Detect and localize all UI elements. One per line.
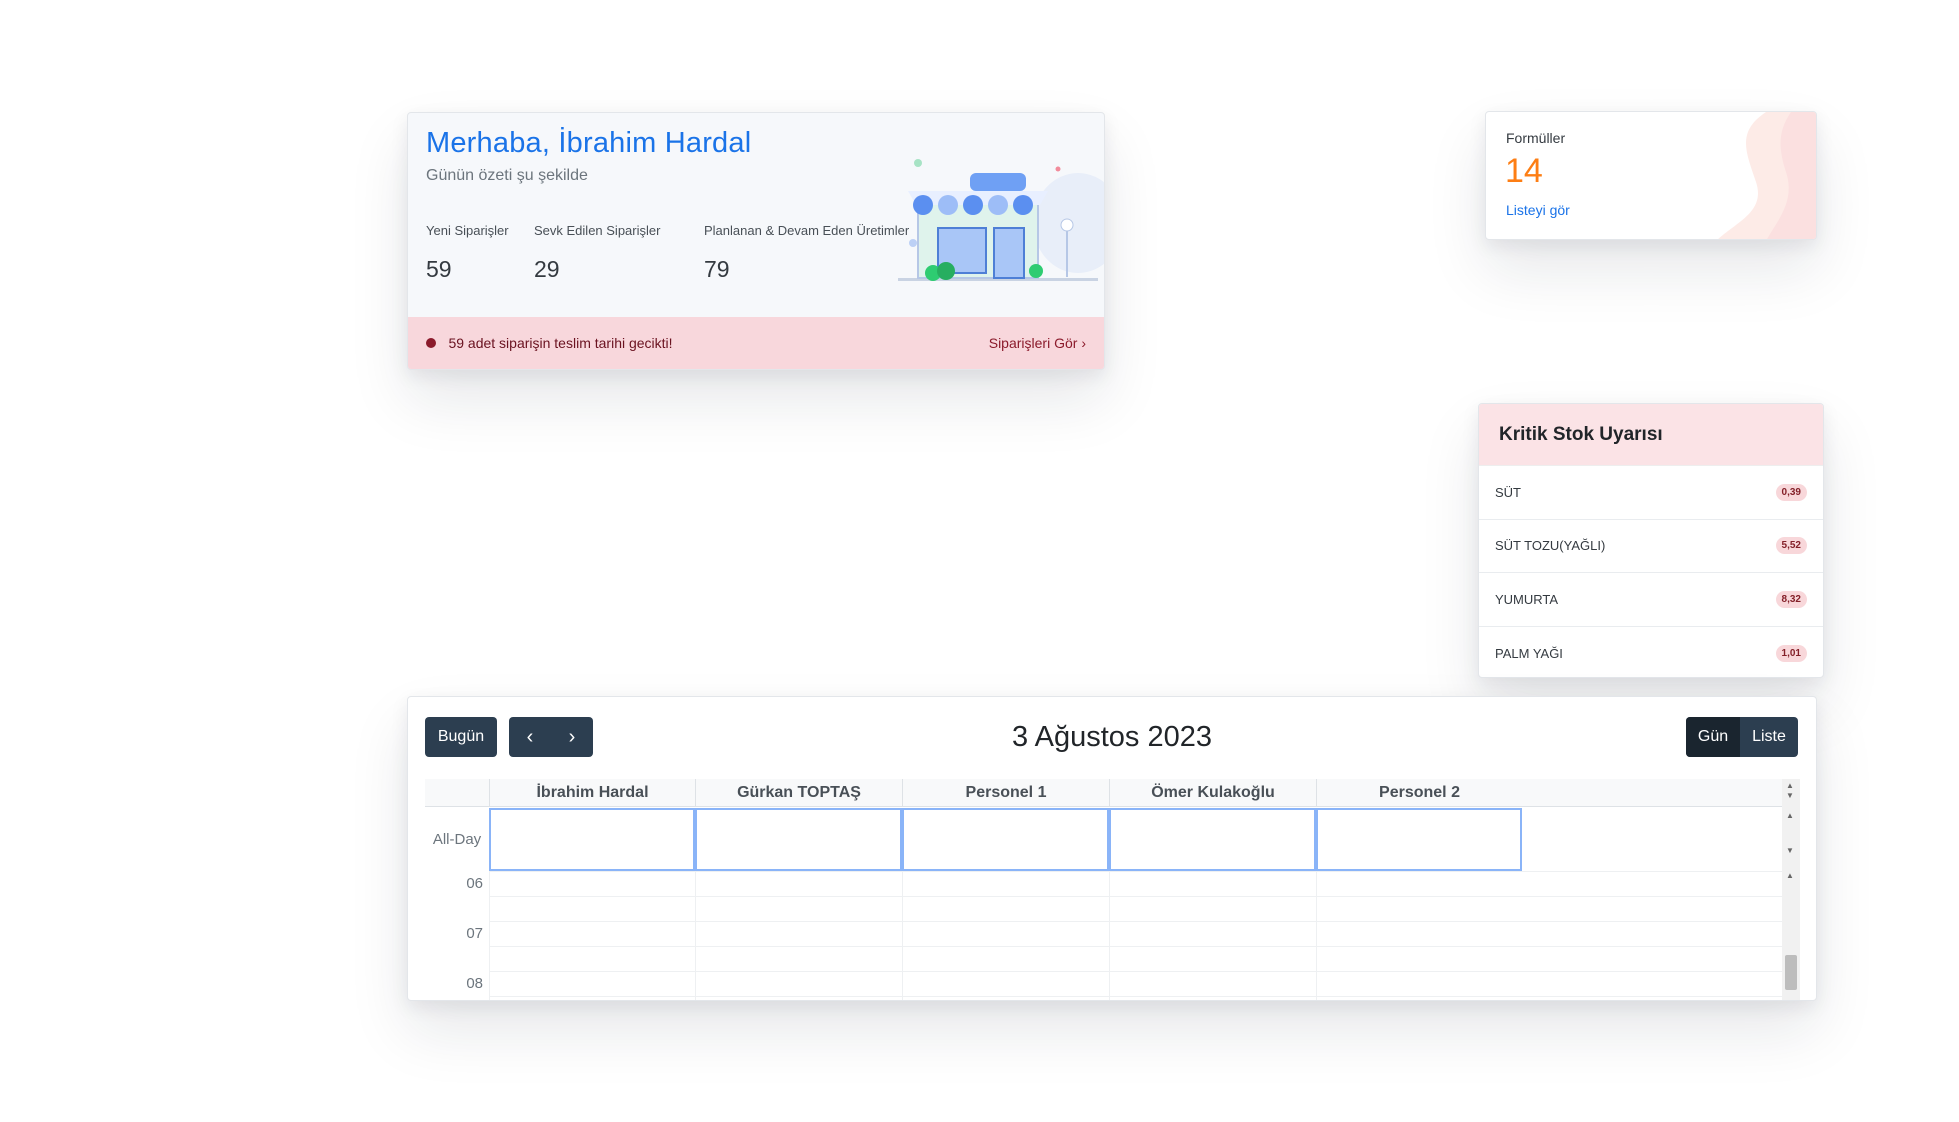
decorative-blob [1718, 112, 1816, 239]
stat-label-new-orders: Yeni Siparişler [426, 223, 509, 238]
stat-label-planned-production: Planlanan & Devam Eden Üretimler [704, 223, 910, 238]
stock-item-name: SÜT TOZU(YAĞLI) [1495, 538, 1606, 554]
stat-value-new-orders: 59 [426, 256, 452, 282]
stock-row[interactable]: SÜT TOZU(YAĞLI) 5,52 [1479, 520, 1823, 573]
all-day-slot[interactable] [902, 808, 1109, 871]
grid-line [1109, 871, 1110, 1000]
stat-label-shipped-orders: Sevk Edilen Siparişler [534, 223, 661, 238]
grid-line [489, 871, 1782, 872]
calendar-view-switch: Gün Liste [1686, 717, 1798, 757]
grid-line [489, 996, 1782, 997]
view-orders-label: Siparişleri Gör [988, 335, 1078, 351]
view-orders-link[interactable]: Siparişleri Gör › [989, 335, 1086, 351]
stock-row[interactable]: PALM YAĞI 1,01 [1479, 627, 1823, 678]
stock-row[interactable]: YUMURTA 8,32 [1479, 573, 1823, 627]
scroll-up-icon[interactable]: ▲ [1786, 811, 1794, 820]
resource-header: Gürkan TOPTAŞ [695, 779, 902, 807]
stock-item-badge: 1,01 [1775, 644, 1807, 662]
formulas-label: Formüller [1506, 130, 1566, 146]
scroll-down-icon[interactable]: ▼ [1786, 791, 1794, 800]
alert-text: 59 adet siparişin teslim tarihi gecikti! [448, 334, 673, 351]
grid-line [489, 946, 1782, 947]
resource-header-row: İbrahim Hardal Gürkan TOPTAŞ Personel 1 … [425, 779, 1782, 807]
all-day-slot[interactable] [1109, 808, 1316, 871]
formulas-list-link[interactable]: Listeyi gör [1506, 202, 1570, 218]
calendar-title: 3 Ağustos 2023 [1012, 721, 1212, 753]
grid-line [489, 921, 1782, 922]
stock-item-badge: 5,52 [1775, 537, 1807, 555]
view-day-button[interactable]: Gün [1686, 717, 1740, 757]
view-list-button[interactable]: Liste [1740, 717, 1798, 757]
stock-item-name: YUMURTA [1495, 591, 1559, 607]
all-day-slot[interactable] [489, 808, 695, 871]
grid-line [489, 896, 1782, 897]
all-day-label: All-Day [425, 807, 489, 871]
late-orders-alert: 59 adet siparişin teslim tarihi gecikti!… [408, 317, 1104, 369]
resource-calendar: Bugün ‹ › 3 Ağustos 2023 Gün Liste İbrah… [407, 696, 1817, 1001]
stock-item-badge: 8,32 [1775, 590, 1807, 608]
resource-header: Personel 2 [1316, 779, 1522, 807]
welcome-title: Merhaba, İbrahim Hardal [426, 127, 752, 159]
scroll-up-icon[interactable]: ▲ [1786, 781, 1794, 790]
critical-stock-card: Kritik Stok Uyarısı SÜT 0,39 SÜT TOZU(YA… [1478, 403, 1824, 678]
hour-label: 06 [466, 875, 483, 892]
resource-header: Personel 1 [902, 779, 1109, 807]
scrollbar-thumb[interactable] [1785, 955, 1797, 990]
hour-label: 08 [466, 975, 483, 992]
all-day-slot[interactable] [695, 808, 902, 871]
grid-line [489, 971, 1782, 972]
alert-dot-icon [426, 337, 436, 348]
resource-header: Ömer Kulakoğlu [1109, 779, 1316, 807]
stock-item-name: SÜT [1495, 484, 1521, 500]
grid-line [902, 871, 903, 1000]
stock-item-badge: 0,39 [1775, 483, 1807, 501]
grid-line [695, 871, 696, 1000]
stat-value-shipped-orders: 29 [534, 256, 560, 282]
grid-line [489, 871, 490, 1000]
all-day-slot[interactable] [1316, 808, 1522, 871]
chevron-right-icon: › [1081, 335, 1086, 351]
stock-item-name: PALM YAĞI [1495, 645, 1563, 661]
welcome-card: Merhaba, İbrahim Hardal Günün özeti şu ş… [407, 112, 1105, 370]
calendar-grid: İbrahim Hardal Gürkan TOPTAŞ Personel 1 … [425, 779, 1782, 1000]
stat-value-planned-production: 79 [704, 256, 730, 282]
critical-stock-title: Kritik Stok Uyarısı [1499, 423, 1663, 445]
formulas-card: Formüller 14 Listeyi gör [1485, 111, 1817, 240]
stock-row[interactable]: SÜT 0,39 [1479, 466, 1823, 520]
welcome-subtitle: Günün özeti şu şekilde [426, 167, 588, 184]
scroll-up-icon[interactable]: ▲ [1786, 871, 1794, 880]
critical-stock-header: Kritik Stok Uyarısı [1479, 404, 1823, 466]
grid-line [1316, 871, 1317, 1000]
calendar-scrollbar[interactable]: ▲ ▼ ▲ ▼ ▲ [1782, 779, 1800, 1000]
store-illustration [898, 159, 1104, 281]
resource-header: İbrahim Hardal [489, 779, 695, 807]
scroll-down-icon[interactable]: ▼ [1786, 846, 1794, 855]
formulas-count: 14 [1505, 152, 1543, 190]
hour-label: 07 [466, 925, 483, 942]
